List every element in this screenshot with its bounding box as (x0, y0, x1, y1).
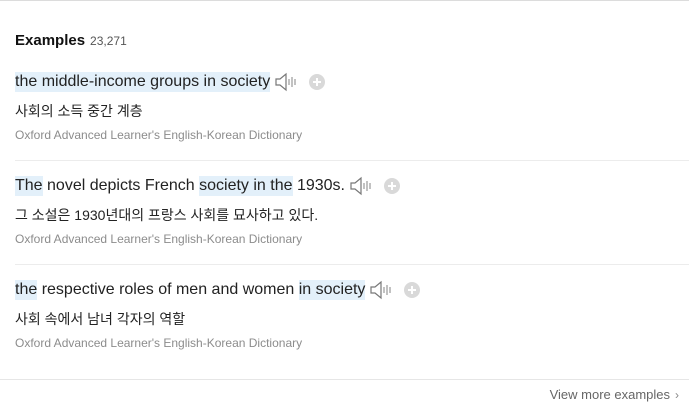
plus-circle-icon[interactable] (384, 178, 400, 194)
speaker-icon[interactable] (370, 280, 394, 300)
sentence-token[interactable]: society (220, 72, 271, 92)
plus-circle-icon[interactable] (404, 282, 421, 298)
sentence-token: novel depicts French (42, 177, 200, 194)
sentence-token[interactable]: society (199, 176, 249, 196)
divider (15, 160, 689, 161)
examples-header: Examples 23,271 (15, 32, 127, 49)
example-translation: 사회의 소득 중간 계층 (15, 103, 143, 119)
speaker-icon-svg (275, 72, 296, 92)
plus-circle-icon[interactable] (309, 74, 326, 90)
example-source: Oxford Advanced Learner's English-Korean… (15, 336, 303, 350)
speaker-icon[interactable] (350, 176, 374, 196)
speaker-icon[interactable] (275, 72, 299, 92)
sentence-token[interactable]: The (15, 176, 43, 196)
example-translation: 사회 속에서 남녀 각자의 역할 (15, 311, 186, 327)
chevron-right-icon: › (675, 387, 679, 402)
sentence-token[interactable]: in (253, 176, 266, 196)
sentence-token[interactable]: the (15, 280, 38, 300)
example-source: Oxford Advanced Learner's English-Korean… (15, 128, 303, 142)
sentence-token: respective roles of men and women (37, 281, 299, 298)
sentence-token[interactable]: middle-income groups (37, 72, 204, 92)
divider (15, 264, 689, 265)
example-sentence[interactable]: The novel depicts French society in the … (15, 176, 400, 196)
speaker-icon-svg (370, 280, 392, 300)
view-more-label: View more examples (549, 387, 670, 402)
sentence-token[interactable]: the (270, 176, 293, 196)
sentence-token[interactable]: society (315, 280, 366, 300)
sentence-token[interactable]: in (298, 280, 312, 300)
sentence-token[interactable]: in (203, 72, 216, 92)
view-more-examples-link[interactable]: View more examples › (550, 387, 679, 402)
sentence-token[interactable]: the (15, 72, 38, 92)
example-source: Oxford Advanced Learner's English-Korean… (15, 232, 303, 246)
examples-count: 23,271 (90, 34, 127, 48)
sentence-token: 1930s. (292, 177, 345, 194)
examples-title: Examples (15, 32, 86, 49)
divider (0, 379, 689, 380)
example-sentence[interactable]: the middle-income groups in society (15, 72, 326, 92)
example-sentence[interactable]: the respective roles of men and women in… (15, 280, 421, 300)
example-translation: 그 소설은 1930년대의 프랑스 사회를 묘사하고 있다. (15, 207, 319, 223)
examples-panel: Examples 23,271 the middle-income groups… (0, 0, 689, 409)
speaker-icon-svg (350, 176, 371, 196)
